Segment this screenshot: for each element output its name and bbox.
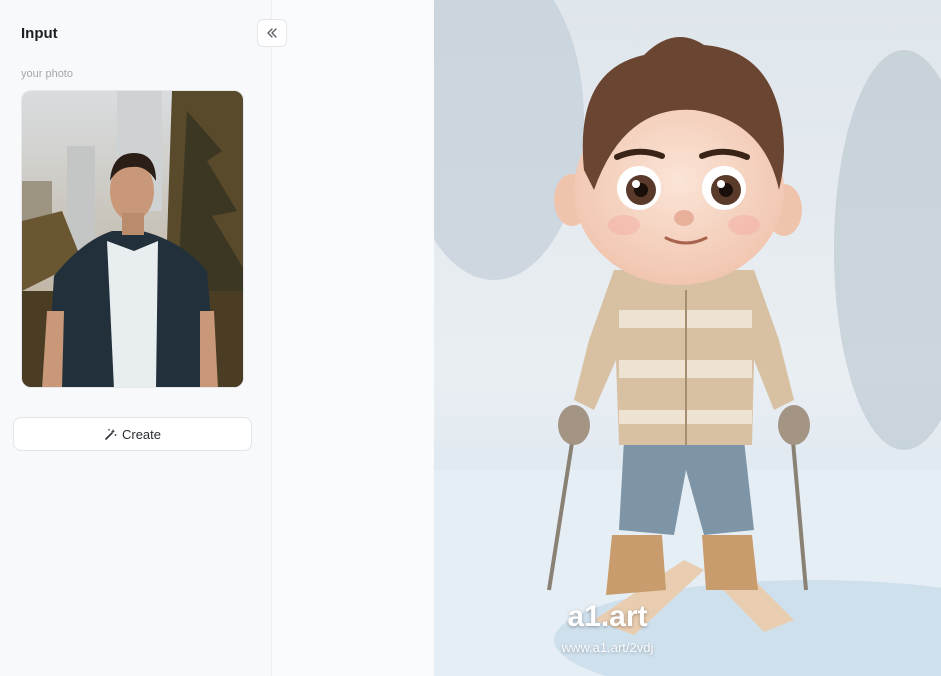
create-button[interactable]: Create	[13, 417, 252, 451]
panel-title: Input	[21, 25, 58, 42]
double-chevron-left-icon	[267, 28, 277, 38]
generated-image	[434, 0, 941, 676]
app-window: Input your photo Create a1.art www.a1.ar…	[0, 0, 941, 676]
photo-image	[22, 91, 243, 387]
workspace-gap	[272, 0, 434, 676]
watermark-url: www.a1.art/2vdj	[561, 640, 654, 655]
collapse-panel-button[interactable]	[257, 19, 287, 47]
result-image[interactable]: a1.art www.a1.art/2vdj	[434, 0, 941, 676]
create-button-label: Create	[121, 426, 162, 442]
uploaded-photo[interactable]	[21, 90, 244, 388]
watermark-logo: a1.art	[567, 600, 648, 633]
photo-label: your photo	[21, 68, 73, 80]
input-panel: Input your photo Create	[0, 0, 287, 676]
magic-wand-icon	[105, 428, 117, 440]
